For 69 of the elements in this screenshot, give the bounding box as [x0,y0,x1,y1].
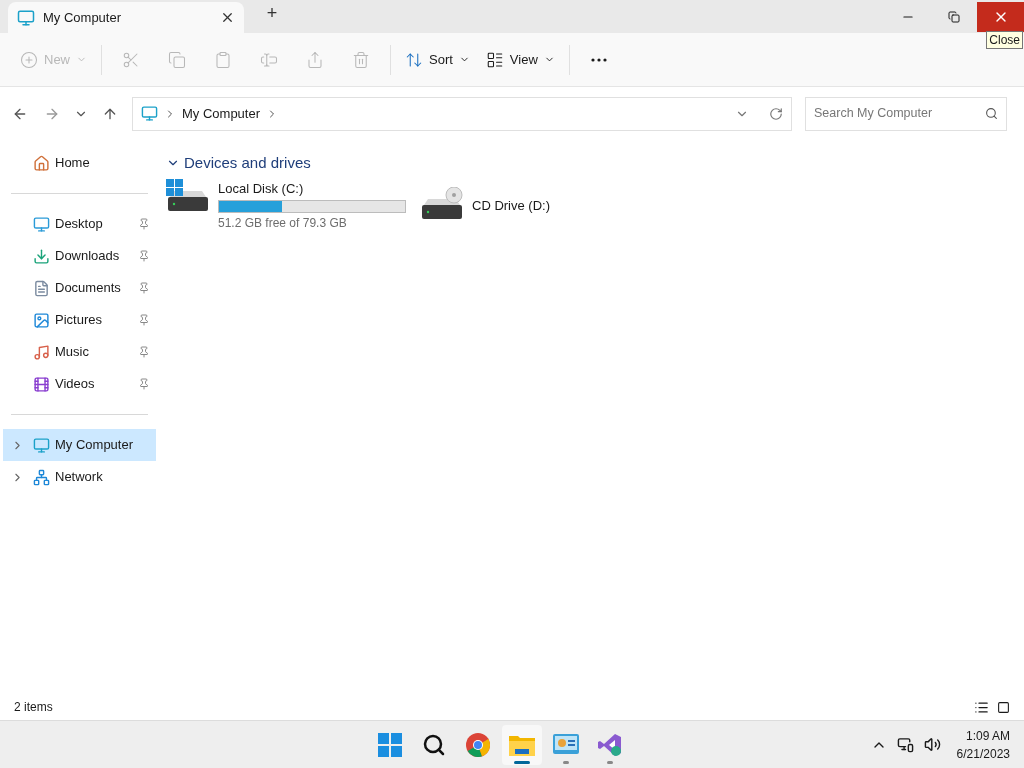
details-view-icon[interactable] [974,699,989,715]
pin-icon [138,314,150,326]
sidebar-item[interactable]: Music [3,336,156,368]
section-header[interactable]: Devices and drives [166,152,1024,175]
item-label: Documents [55,279,122,298]
pin-icon [138,218,150,230]
computer-icon [33,436,50,454]
drive-tile[interactable]: Local Disk (C:) 51.2 GB free of 79.3 GB [166,178,406,232]
studio-icon[interactable] [598,732,623,757]
drive-name: CD Drive (D:) [472,196,550,215]
item-label: Desktop [55,215,104,234]
sidebar-item[interactable]: My Computer [3,429,156,461]
sidebar-item[interactable]: Videos [3,368,156,400]
drive-name: Local Disk (C:) [218,179,305,198]
pin-icon [138,378,150,390]
address-bar[interactable]: My Computer [132,96,792,131]
sidebar-item[interactable]: Home [3,147,156,179]
sort-button[interactable]: Sort [397,42,478,77]
search-icon [985,107,998,120]
desktop-icon [33,215,50,233]
computer-icon [141,105,158,122]
music-icon [33,343,50,361]
clock-time[interactable]: 1:09 AM [965,726,1010,745]
download-icon [33,247,50,265]
item-label: Downloads [55,247,121,266]
tab[interactable]: My Computer [8,2,244,33]
sidebar-item[interactable]: Downloads [3,240,156,272]
item-label: Network [55,468,104,487]
volume-icon[interactable] [923,736,941,753]
new-tab-button[interactable]: + [262,0,282,27]
sidebar-item[interactable]: Network [3,461,156,493]
tiles-view-icon[interactable] [997,700,1010,714]
tab-title: My Computer [43,8,123,27]
picture-icon [33,311,50,329]
close-button[interactable] [977,1,1024,32]
pin-icon [138,282,150,294]
browser-icon[interactable] [466,732,491,757]
tooltip: Close [986,31,1023,49]
network-icon [33,468,50,486]
item-label: Home [55,154,91,173]
item-label: Pictures [55,311,103,330]
view-button[interactable]: View [477,42,563,77]
search-field[interactable]: Search My Computer [805,96,1007,131]
item-count: 2 items [14,699,54,716]
network-status-icon[interactable] [896,736,914,753]
video-icon [33,375,50,393]
item-label: My Computer [55,436,135,455]
home-icon [33,154,50,172]
close-tab-icon[interactable] [220,10,235,25]
sidebar-item[interactable]: Documents [3,272,156,304]
sidebar-item[interactable]: Pictures [3,304,156,336]
sidebar-item[interactable]: Desktop [3,208,156,240]
drive-space: 51.2 GB free of 79.3 GB [218,215,348,232]
pin-icon [138,346,150,358]
folder-icon[interactable] [509,733,536,756]
pin-icon [138,250,150,262]
windows-icon[interactable] [378,732,403,757]
control-panel-icon[interactable] [553,733,580,756]
breadcrumb[interactable]: My Computer [182,103,261,124]
search-input[interactable]: Search My Computer [814,104,985,123]
item-label: Videos [55,375,96,394]
refresh-icon[interactable] [769,106,783,121]
restore-icon[interactable] [948,10,960,23]
search-icon[interactable] [422,732,447,757]
document-icon [33,279,50,297]
computer-icon [17,8,35,27]
drive-tile[interactable]: CD Drive (D:) [420,178,550,232]
item-label: Music [55,343,90,362]
clock-date[interactable]: 6/21/2023 [956,744,1010,763]
